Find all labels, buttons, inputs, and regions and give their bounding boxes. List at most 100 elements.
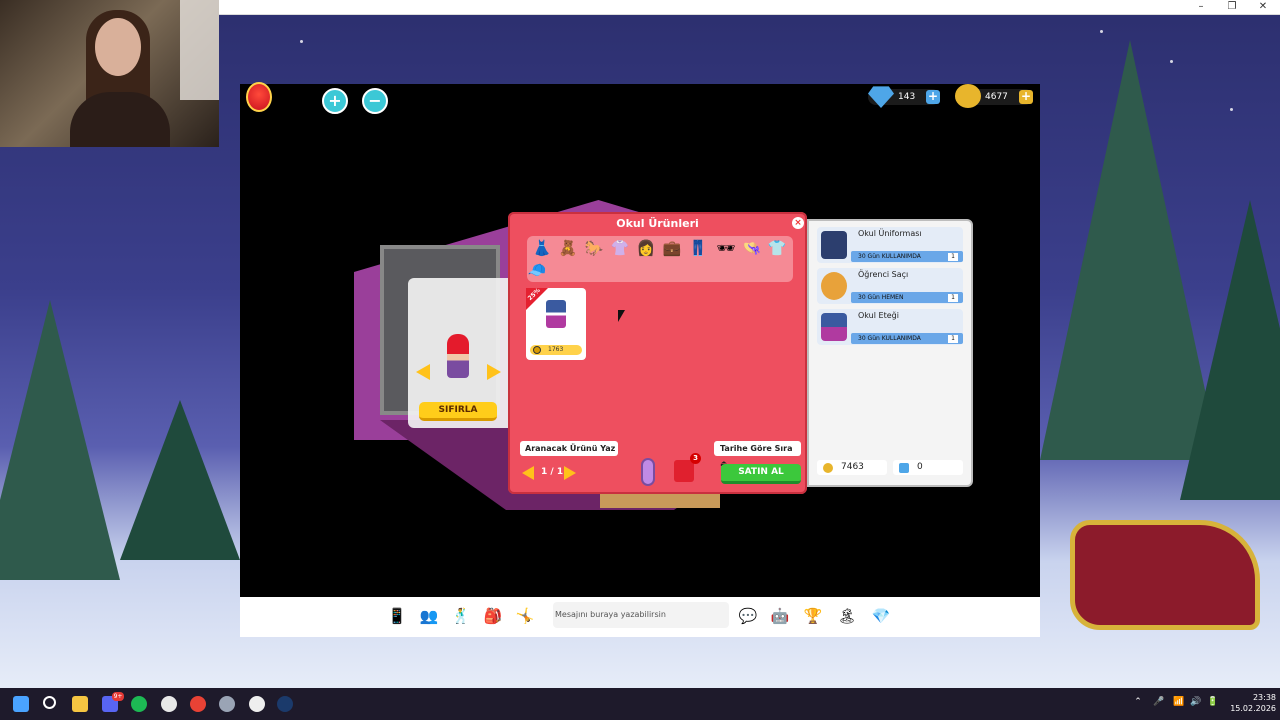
buy-button[interactable]: SATIN AL xyxy=(721,464,801,484)
cart-item-name: Öğrenci Saçı xyxy=(858,270,909,279)
mouse-cursor xyxy=(618,310,625,322)
item-price-value: 1763 xyxy=(548,346,564,353)
spotify-icon[interactable] xyxy=(131,696,147,712)
shop-dialog: Okul Ürünleri × 👗 🧸 🐎 👚 👩 💼 👖 🕶 👒 👕 🧢 25… xyxy=(508,212,807,494)
cart-item-qty: 1 xyxy=(948,335,958,343)
search-input[interactable]: Aranacak Ürünü Yaz xyxy=(520,441,618,456)
skirt-icon xyxy=(821,313,847,341)
cart-count-badge: 3 xyxy=(690,453,701,464)
cart-item-name: Okul Eteği xyxy=(858,311,899,320)
robot-icon[interactable]: 🤖 xyxy=(769,605,791,627)
cart-panel: Okul Üniforması 30 Gün KULLANIMDA 1 Öğren… xyxy=(807,219,973,487)
app-icon[interactable] xyxy=(161,696,177,712)
chat-bubbles-icon[interactable]: 💬 xyxy=(737,605,759,627)
hair-icon xyxy=(821,272,847,300)
shop-title: Okul Ürünleri xyxy=(616,217,699,230)
wifi-icon[interactable]: 📶 xyxy=(1173,696,1185,708)
shopping-bag-icon[interactable] xyxy=(674,460,694,482)
discord-badge: 9+ xyxy=(112,692,124,701)
cart-item[interactable]: Okul Eteği 30 Gün KULLANIMDA 1 xyxy=(817,309,963,345)
chat-input[interactable]: Mesajını buraya yazabilirsin xyxy=(553,602,729,628)
cart-item-duration-text: 30 Gün KULLANIMDA xyxy=(858,253,921,260)
mirror-icon[interactable] xyxy=(641,458,655,486)
category-dress-icon[interactable]: 👗 xyxy=(532,238,552,258)
webcam-person-body xyxy=(70,92,170,147)
category-shirt-icon[interactable]: 👕 xyxy=(767,238,787,258)
shop-item-card[interactable]: 25% 1763 xyxy=(526,287,586,360)
category-jeans-icon[interactable]: 👖 xyxy=(688,238,708,258)
clock[interactable]: 23:38 15.02.2026 xyxy=(1226,692,1276,714)
close-button[interactable]: ✕ xyxy=(1249,0,1277,15)
pine-tree xyxy=(0,300,120,580)
star xyxy=(1100,30,1103,33)
coin-icon xyxy=(533,346,541,354)
sleigh xyxy=(1070,520,1260,630)
add-gold-button[interactable]: + xyxy=(1019,90,1033,104)
diamond-icon xyxy=(899,463,909,473)
taskbar: 9+ ⌃ 🎤 📶 🔊 🔋 23:38 15.02.2026 xyxy=(0,688,1280,720)
minimize-button[interactable]: – xyxy=(1187,0,1215,15)
wooden-pallet xyxy=(600,492,720,508)
sort-dropdown[interactable]: Tarihe Göre Sıra ⏏ xyxy=(714,441,801,468)
category-bear-icon[interactable]: 🧸 xyxy=(558,238,578,258)
item-price: 1763 xyxy=(530,345,582,355)
steam-icon[interactable] xyxy=(277,696,293,712)
chrome-icon[interactable] xyxy=(190,696,206,712)
webcam-overlay xyxy=(0,0,219,147)
microphone-icon[interactable]: 🎤 xyxy=(1153,696,1165,708)
backpack-icon[interactable]: 🎒 xyxy=(482,605,504,627)
cart-item-qty: 1 xyxy=(948,253,958,261)
settings-icon[interactable] xyxy=(219,696,235,712)
category-cap-icon[interactable]: 🧢 xyxy=(527,260,547,280)
clock-date: 15.02.2026 xyxy=(1230,704,1276,713)
cart-item-duration: 30 Gün KULLANIMDA 1 xyxy=(851,251,963,262)
game-app-icon[interactable] xyxy=(249,696,265,712)
windows-start-icon[interactable] xyxy=(13,696,29,712)
category-hat-icon[interactable]: 👒 xyxy=(742,238,762,258)
star xyxy=(1230,108,1233,111)
category-glasses-icon[interactable]: 🕶 xyxy=(716,238,736,258)
school-uniform-icon xyxy=(546,300,566,328)
file-explorer-icon[interactable] xyxy=(72,696,88,712)
friends-icon[interactable]: 👥 xyxy=(418,605,440,627)
emote-icon[interactable]: 🤸 xyxy=(514,605,536,627)
maximize-button[interactable]: ❐ xyxy=(1218,0,1246,15)
gold-coin-icon xyxy=(955,84,981,108)
arrow-right-icon[interactable] xyxy=(487,364,501,380)
battery-icon[interactable]: 🔋 xyxy=(1207,696,1219,708)
arrow-left-icon[interactable] xyxy=(416,364,430,380)
category-rocking-horse-icon[interactable]: 🐎 xyxy=(584,238,604,258)
zoom-out-button[interactable]: − xyxy=(362,88,388,114)
reset-button[interactable]: SIFIRLA xyxy=(419,402,497,421)
next-page-icon[interactable] xyxy=(564,466,576,480)
cart-item[interactable]: Okul Üniforması 30 Gün KULLANIMDA 1 xyxy=(817,227,963,263)
category-hair-icon[interactable]: 👩 xyxy=(636,238,656,258)
add-diamonds-button[interactable]: + xyxy=(926,90,940,104)
dance-icon[interactable]: 🕺 xyxy=(450,605,472,627)
search-icon[interactable] xyxy=(43,696,56,709)
vip-gem-icon[interactable]: 💎 xyxy=(870,605,892,627)
avatar-icon[interactable] xyxy=(246,82,272,112)
browser-titlebar: – ❐ ✕ xyxy=(219,0,1280,15)
cart-item-name: Okul Üniforması xyxy=(858,229,922,238)
chevron-up-icon[interactable]: ⌃ xyxy=(1132,696,1144,708)
category-skirt-icon[interactable]: 👚 xyxy=(610,238,630,258)
page-indicator: 1 / 1 xyxy=(541,467,564,477)
close-icon[interactable]: × xyxy=(792,217,804,229)
island-icon[interactable]: 🏝 xyxy=(836,605,858,627)
cart-item-duration-text: 30 Gün KULLANIMDA xyxy=(858,335,921,342)
volume-icon[interactable]: 🔊 xyxy=(1190,696,1202,708)
phone-icon[interactable]: 📱 xyxy=(386,605,408,627)
total-gold: 7463 xyxy=(817,460,887,475)
prev-page-icon[interactable] xyxy=(522,466,534,480)
cart-item[interactable]: Öğrenci Saçı 30 Gün HEMEN 1 xyxy=(817,268,963,304)
uniform-icon xyxy=(821,231,847,259)
category-bag-icon[interactable]: 💼 xyxy=(662,238,682,258)
game-toolbar: 📱 👥 🕺 🎒 🤸 Mesajını buraya yazabilirsin 💬… xyxy=(240,597,1040,637)
trophy-icon[interactable]: 🏆 xyxy=(802,605,824,627)
total-diamonds-value: 0 xyxy=(917,462,923,472)
total-diamonds: 0 xyxy=(893,460,963,475)
pine-tree xyxy=(1180,200,1280,500)
zoom-in-button[interactable]: + xyxy=(322,88,348,114)
cart-item-qty: 1 xyxy=(948,294,958,302)
